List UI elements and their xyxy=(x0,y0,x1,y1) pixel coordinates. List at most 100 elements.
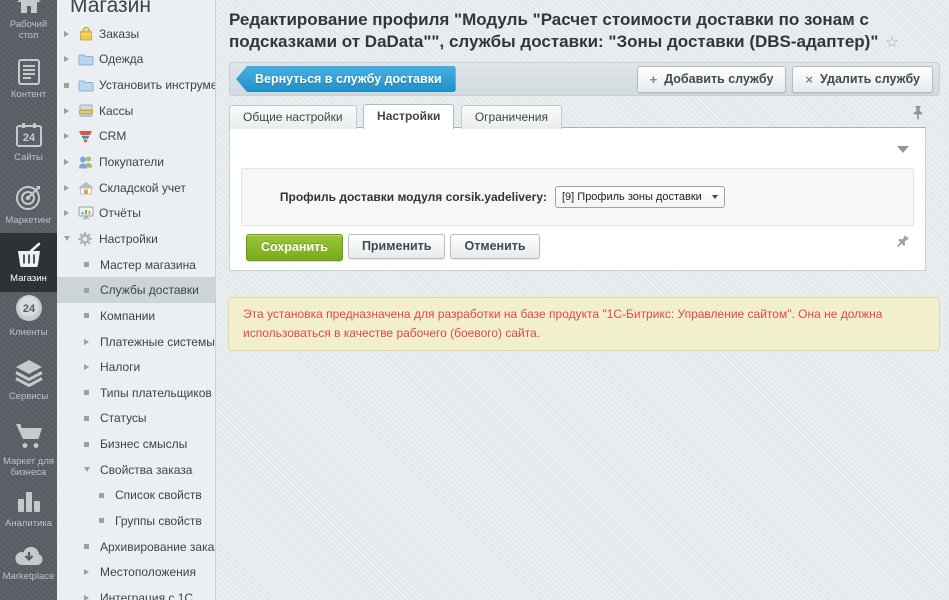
rail-item-content[interactable]: Контент xyxy=(0,57,57,100)
rail-item-sites[interactable]: 24 Сайты xyxy=(0,120,57,163)
rail-item-label: Маркетинг xyxy=(5,215,51,226)
tab-bar: Общие настройки Настройки Ограничения xyxy=(229,104,564,128)
reports-icon xyxy=(78,206,94,220)
sidebar-item-props-list[interactable]: Список свойств xyxy=(57,483,215,509)
sidebar-item-pay-systems[interactable]: Платежные системы xyxy=(57,329,215,355)
rail-item-label: Сервисы xyxy=(9,391,48,402)
plus-icon: + xyxy=(650,72,658,87)
sidebar-item-label: Местоположения xyxy=(100,565,196,579)
sidebar-item-1c-integration[interactable]: Интеграция с 1С xyxy=(57,585,215,600)
save-button[interactable]: Сохранить xyxy=(246,234,343,261)
chevron-right-icon xyxy=(64,159,76,165)
sidebar-item-install-tools[interactable]: Установить инструменты и xyxy=(57,72,215,98)
sidebar-item-locations[interactable]: Местоположения xyxy=(57,559,215,585)
delivery-profile-select[interactable]: [9] Профиль зоны доставки xyxy=(555,186,725,208)
delete-service-button[interactable]: ×Удалить службу xyxy=(792,66,933,93)
svg-text:24: 24 xyxy=(22,303,35,315)
main-content: Редактирование профиля "Модуль "Расчет с… xyxy=(215,0,949,600)
sidebar-item-customers[interactable]: Покупатели xyxy=(57,149,215,175)
rail-item-desktop[interactable]: Рабочий стол xyxy=(0,0,57,41)
sidebar-item-order-props[interactable]: Свойства заказа xyxy=(57,457,215,483)
bullet-icon xyxy=(99,518,111,523)
bullet-icon xyxy=(84,544,96,549)
sidebar-item-label: Бизнес смыслы xyxy=(100,437,187,451)
sidebar-item-label: Настройки xyxy=(99,232,158,246)
chevron-right-icon xyxy=(84,595,96,600)
clients-24-icon: 24 xyxy=(0,295,57,323)
chevron-right-icon xyxy=(64,108,76,114)
sidebar-item-crm[interactable]: CRM xyxy=(57,124,215,150)
admin-app: Рабочий стол Контент 24 Сайты Маркетинг … xyxy=(0,0,949,600)
sidebar-item-statuses[interactable]: Статусы xyxy=(57,406,215,432)
tab-settings[interactable]: Настройки xyxy=(363,104,454,129)
favorite-star-icon[interactable]: ☆ xyxy=(885,34,898,51)
rail-item-label: Аналитика xyxy=(5,518,52,529)
bullet-icon xyxy=(84,288,96,293)
sidebar-item-business-meanings[interactable]: Бизнес смыслы xyxy=(57,431,215,457)
rail-item-label: Магазин xyxy=(10,273,47,284)
rail-item-shop[interactable]: Магазин xyxy=(0,233,57,292)
apply-button[interactable]: Применить xyxy=(348,234,446,259)
sidebar-item-label: Платежные системы xyxy=(100,335,215,349)
sidebar-item-taxes[interactable]: Налоги xyxy=(57,354,215,380)
sidebar-item-clothes[interactable]: Одежда xyxy=(57,47,215,73)
rail-item-label: Контент xyxy=(11,89,46,100)
sidebar-item-label: Отчёты xyxy=(99,206,141,220)
tab-general-settings[interactable]: Общие настройки xyxy=(229,105,357,129)
sidebar-item-label: Статусы xyxy=(100,411,147,425)
folder-icon xyxy=(78,79,94,92)
crm-funnel-icon xyxy=(78,130,94,143)
rail-item-label: Сайты xyxy=(14,152,43,163)
rail-item-market[interactable]: Маркет для бизнеса xyxy=(0,418,57,478)
rail-item-label: Маркет для бизнеса xyxy=(3,456,54,478)
sidebar-item-label: Компании xyxy=(100,309,155,323)
bullet-icon xyxy=(84,416,96,421)
back-to-delivery-service-button[interactable]: Вернуться в службу доставки xyxy=(236,66,456,92)
target-icon xyxy=(0,183,57,211)
sidebar-item-payer-types[interactable]: Типы плательщиков xyxy=(57,380,215,406)
bullet-icon xyxy=(64,83,76,88)
tab-restrictions[interactable]: Ограничения xyxy=(461,105,562,129)
rail-item-marketing[interactable]: Маркетинг xyxy=(0,183,57,226)
rail-item-clients[interactable]: 24 Клиенты xyxy=(0,295,57,338)
page-title: Редактирование профиля "Модуль "Расчет с… xyxy=(229,9,945,54)
layers-icon xyxy=(0,359,57,387)
bar-chart-icon xyxy=(0,486,57,514)
settings-gear-icon xyxy=(78,232,94,246)
sidebar-item-label: Заказы xyxy=(99,27,139,41)
sidebar-item-delivery-services[interactable]: Службы доставки xyxy=(57,277,215,303)
sidebar-item-orders[interactable]: Заказы xyxy=(57,21,215,47)
chevron-down-icon xyxy=(64,236,76,241)
sidebar-item-companies[interactable]: Компании xyxy=(57,303,215,329)
sidebar-item-order-archiving[interactable]: Архивирование заказов xyxy=(57,534,215,560)
pin-diagonal-icon[interactable] xyxy=(891,231,912,252)
pin-icon[interactable] xyxy=(911,105,925,121)
bullet-icon xyxy=(84,262,96,267)
customers-icon xyxy=(78,155,94,169)
context-toolbar: Вернуться в службу доставки +Добавить сл… xyxy=(229,62,940,96)
chevron-right-icon xyxy=(84,364,96,370)
shop-sidebar: Магазин Заказы Одежда Установить инструм… xyxy=(57,0,216,600)
sidebar-item-label: Мастер магазина xyxy=(100,258,196,272)
sidebar-item-warehouse[interactable]: Складской учет xyxy=(57,175,215,201)
sidebar-item-shop-wizard[interactable]: Мастер магазина xyxy=(57,252,215,278)
collapse-section-icon[interactable] xyxy=(897,146,909,153)
close-icon: × xyxy=(805,72,813,87)
rail-item-analytics[interactable]: Аналитика xyxy=(0,486,57,529)
rail-item-services[interactable]: Сервисы xyxy=(0,359,57,402)
sidebar-item-reports[interactable]: Отчёты xyxy=(57,200,215,226)
home-icon xyxy=(0,0,57,15)
rail-item-marketplace[interactable]: Marketplace xyxy=(0,539,57,582)
chevron-right-icon xyxy=(84,339,96,345)
add-service-button[interactable]: +Добавить службу xyxy=(637,66,787,93)
sidebar-item-label: Группы свойств xyxy=(115,514,202,528)
cancel-button[interactable]: Отменить xyxy=(450,234,539,259)
form-actions: Сохранить Применить Отменить xyxy=(246,234,540,261)
sidebar-item-settings[interactable]: Настройки xyxy=(57,226,215,252)
sidebar-item-label: Интеграция с 1С xyxy=(100,591,193,600)
warehouse-icon xyxy=(78,181,94,195)
sidebar-item-cashboxes[interactable]: Кассы xyxy=(57,98,215,124)
chevron-right-icon xyxy=(64,133,76,139)
sidebar-item-props-groups[interactable]: Группы свойств xyxy=(57,508,215,534)
sidebar-title: Магазин xyxy=(70,0,215,18)
